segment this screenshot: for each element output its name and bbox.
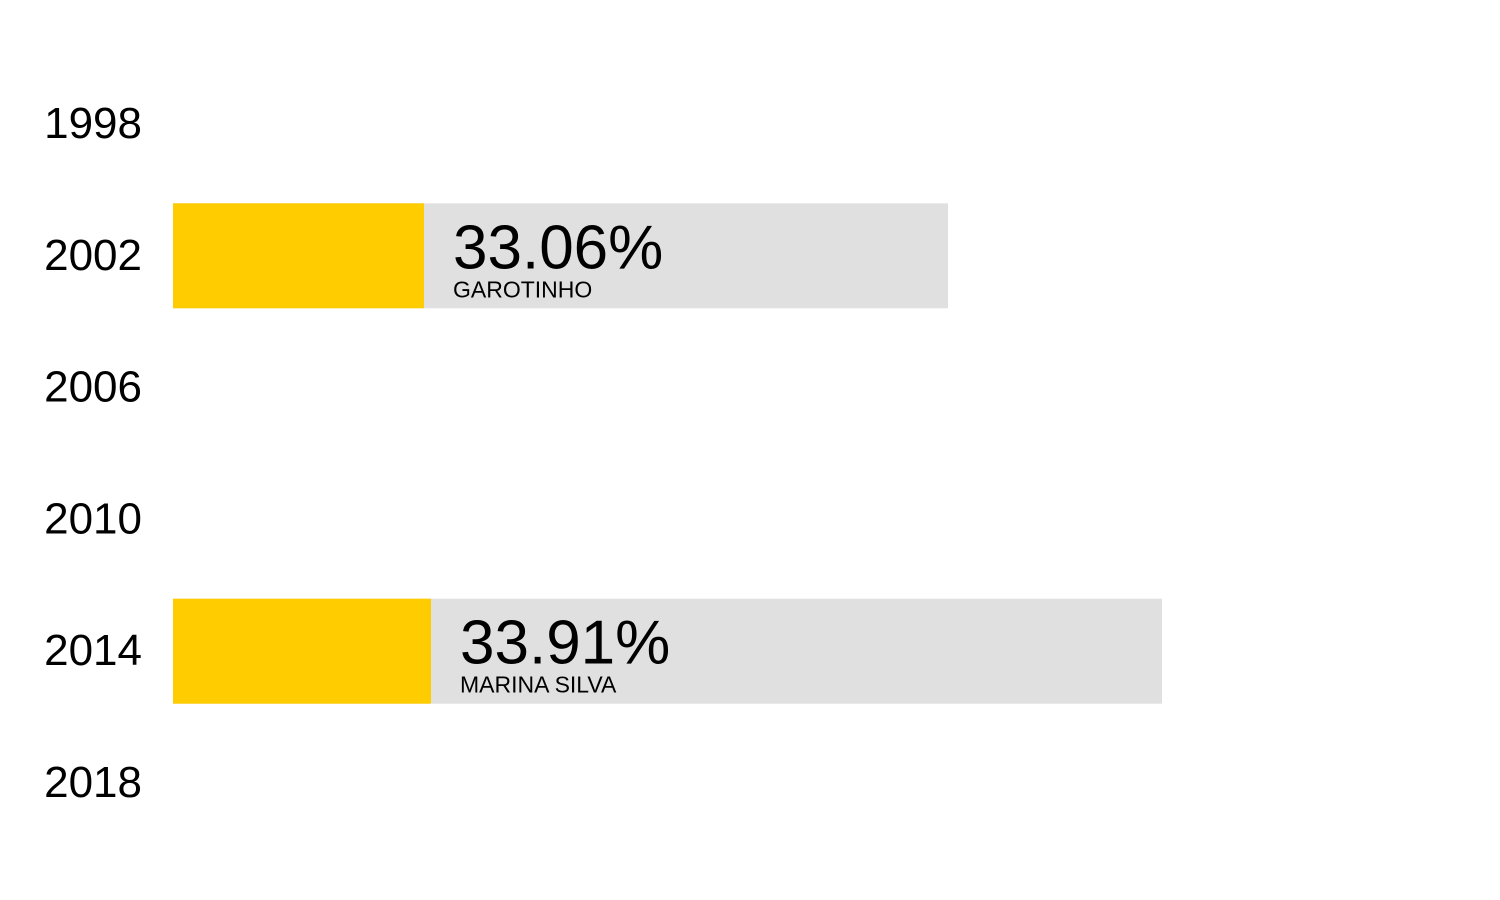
- category-axis-labels: 1998 2002 2006 2010 2014 2018: [44, 99, 142, 807]
- year-label-2010: 2010: [44, 494, 142, 543]
- chart-canvas: 1998 2002 2006 2010 2014 2018 33.06%GAROTINHO…: [44, 99, 1162, 807]
- year-label-2014: 2014: [44, 626, 142, 675]
- year-label-2018: 2018: [44, 758, 142, 807]
- bar-value-label-2014: 33.91%: [460, 609, 670, 678]
- bar-value-label-2002: 33.06%: [453, 213, 663, 282]
- bar-value-2014: [173, 598, 431, 704]
- bar-candidate-label-2014: MARINA SILVA: [460, 672, 617, 698]
- bar-value-2002: [173, 203, 424, 309]
- year-label-1998: 1998: [44, 99, 142, 148]
- bar-group: 33.06%GAROTINHO 33.91%MARINA SILVA: [173, 203, 1162, 704]
- year-label-2006: 2006: [44, 363, 142, 412]
- bar-candidate-label-2002: GAROTINHO: [453, 276, 592, 302]
- year-label-2002: 2002: [44, 231, 142, 280]
